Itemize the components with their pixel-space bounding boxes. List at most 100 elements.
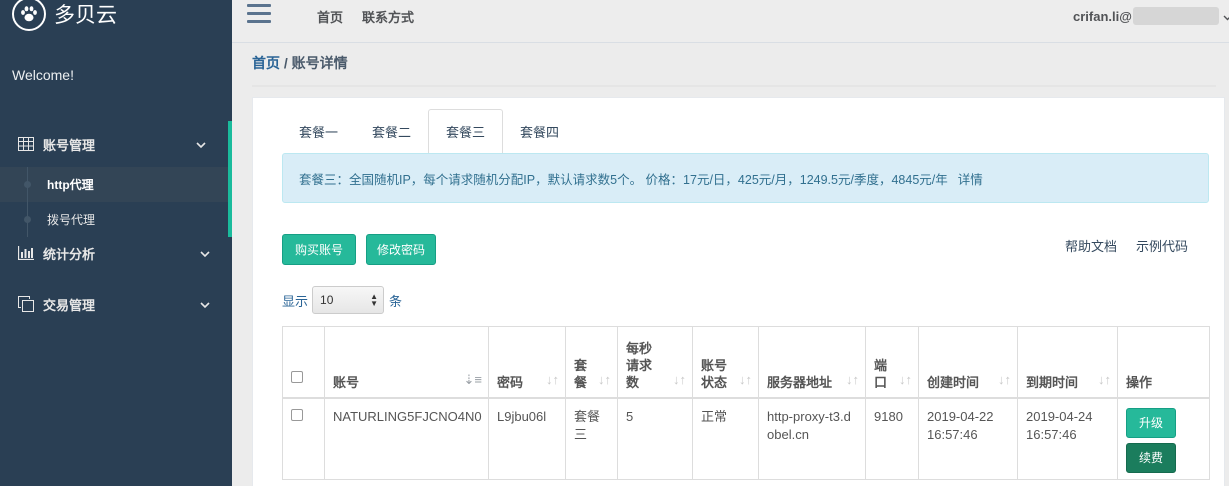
nav-transactions[interactable]: 交易管理: [0, 281, 232, 327]
cell-port: 9180: [865, 397, 919, 480]
change-password-button[interactable]: 修改密码: [366, 234, 436, 265]
accounts-table: 账号 ⇣≡ 密码 ↓↑ 套餐 ↓↑ 每秒请求数 ↓↑ 账号状态 ↓↑ 服务器地址 ↓↑ 端口…: [282, 326, 1210, 480]
col-header-label: 到期时间: [1026, 374, 1079, 390]
col-header-label: 每秒请求数: [626, 340, 653, 390]
bullet-dot-icon: [24, 216, 31, 223]
subnav-dial-proxy-label: 拨号代理: [47, 213, 96, 227]
col-header-port[interactable]: 端口 ↓↑: [865, 326, 919, 399]
cell-account: NATURLING5FJCNO4N0: [324, 397, 489, 480]
divider: [252, 85, 1216, 87]
breadcrumb-home[interactable]: 首页: [252, 55, 280, 71]
menu-toggle-icon[interactable]: [247, 4, 271, 24]
nav-statistics-label: 统计分析: [43, 246, 96, 262]
side-nav: 账号管理 http代理 拨号代理 统计分析 交易管理: [0, 121, 232, 327]
cell-created: 2019-04-22 16:57:46: [918, 397, 1018, 480]
table-row: NATURLING5FJCNO4N0 L9jbu06l 套餐三 5 正常 htt…: [282, 397, 1210, 480]
sort-icon: ↓↑: [899, 371, 912, 387]
col-header-password[interactable]: 密码 ↓↑: [488, 326, 566, 399]
col-header-status[interactable]: 账号状态 ↓↑: [692, 326, 759, 399]
help-doc-link[interactable]: 帮助文档: [1065, 236, 1117, 255]
sort-icon: ↓↑: [1098, 371, 1111, 387]
user-email: crifan.li@: [1073, 8, 1132, 24]
col-header-expires[interactable]: 到期时间 ↓↑: [1017, 326, 1118, 399]
sort-icon: ↓↑: [673, 371, 686, 387]
table-header-row: 账号 ⇣≡ 密码 ↓↑ 套餐 ↓↑ 每秒请求数 ↓↑ 账号状态 ↓↑ 服务器地址 ↓↑ 端口…: [282, 326, 1210, 399]
buy-account-button[interactable]: 购买账号: [282, 234, 356, 265]
row-select-cell: [282, 397, 325, 480]
tab-plan-3[interactable]: 套餐三: [428, 109, 504, 153]
cell-rps: 5: [617, 397, 693, 480]
sort-asc-icon: ⇣≡: [463, 371, 482, 387]
select-all-checkbox[interactable]: [291, 370, 303, 383]
col-header-label: 端口: [874, 357, 888, 390]
chevron-down-icon: [196, 137, 206, 152]
col-header-actions: 操作: [1117, 326, 1210, 399]
subnav-http-proxy-label: http代理: [47, 178, 94, 192]
col-header-label: 操作: [1126, 374, 1153, 390]
col-header-server[interactable]: 服务器地址 ↓↑: [758, 326, 866, 399]
sidebar: 多贝云 Welcome! 账号管理 http代理 拨号代理 统计分析 交易管理: [0, 0, 232, 486]
cell-plan: 套餐三: [565, 397, 618, 480]
chevron-down-icon: [200, 246, 210, 261]
sort-icon: ↓↑: [846, 371, 859, 387]
sort-icon: ↓↑: [998, 371, 1011, 387]
upgrade-button[interactable]: 升级: [1126, 407, 1176, 438]
cell-status: 正常: [692, 397, 759, 480]
table-icon: [17, 135, 35, 153]
page-size-control: 显示 10 ▲ ▼ 条: [282, 285, 402, 315]
brand[interactable]: 多贝云: [12, 0, 117, 34]
sort-icon: ↓↑: [739, 371, 752, 387]
tab-plan-4[interactable]: 套餐四: [503, 109, 576, 153]
sort-icon: ↓↑: [546, 371, 559, 387]
col-header-rps[interactable]: 每秒请求数 ↓↑: [617, 326, 693, 399]
brand-name: 多贝云: [54, 3, 117, 27]
nav-statistics[interactable]: 统计分析: [0, 230, 232, 276]
col-header-created[interactable]: 创建时间 ↓↑: [918, 326, 1018, 399]
page-size-suffix: 条: [389, 293, 403, 309]
nav-account-management[interactable]: 账号管理: [0, 121, 228, 167]
col-header-label: 账号: [333, 374, 360, 390]
welcome-text: Welcome!: [12, 67, 74, 83]
cell-actions: 升级 续费: [1117, 397, 1210, 480]
cell-password: L9jbu06l: [488, 397, 566, 480]
tab-plan-2[interactable]: 套餐二: [355, 109, 428, 153]
top-link-contact[interactable]: 联系方式: [362, 7, 414, 26]
cell-server: http-proxy-t3.dobel.cn: [758, 397, 866, 480]
chevron-down-icon: [200, 297, 210, 312]
breadcrumb-current: 账号详情: [291, 55, 348, 71]
sort-icon: ↓↑: [598, 371, 611, 387]
user-menu[interactable]: crifan.li@: [1073, 7, 1229, 25]
nav-group-account: 账号管理 http代理 拨号代理: [0, 121, 232, 237]
bar-chart-icon: [17, 244, 35, 262]
clone-icon: [17, 295, 35, 313]
page-size-select[interactable]: 10 ▲ ▼: [312, 286, 385, 314]
plan-details-link[interactable]: 详情: [958, 169, 983, 188]
col-header-account[interactable]: 账号 ⇣≡: [324, 326, 489, 399]
top-navbar: 首页 联系方式 crifan.li@: [232, 0, 1229, 43]
col-header-plan[interactable]: 套餐 ↓↑: [565, 326, 618, 399]
col-header-label: 创建时间: [927, 374, 980, 390]
renew-button[interactable]: 续费: [1126, 442, 1176, 473]
cell-expires: 2019-04-24 16:57:46: [1017, 397, 1118, 480]
select-all-header: [282, 326, 325, 399]
col-header-label: 账号状态: [701, 357, 728, 390]
breadcrumb-separator: /: [280, 55, 292, 71]
row-checkbox[interactable]: [291, 408, 303, 421]
plan-info-text: 套餐三：全国随机IP，每个请求随机分配IP，默认请求数5个。 价格：17元/日，…: [299, 172, 948, 187]
sample-code-link[interactable]: 示例代码: [1136, 236, 1188, 255]
top-link-home[interactable]: 首页: [317, 7, 343, 26]
chevron-down-icon: [1223, 9, 1229, 24]
breadcrumb: 首页 / 账号详情: [252, 53, 348, 73]
col-header-label: 套餐: [574, 357, 588, 390]
select-arrows-icon: ▲ ▼: [370, 292, 379, 308]
page-size-prefix: 显示: [282, 293, 309, 309]
tab-plan-1[interactable]: 套餐一: [282, 109, 355, 153]
col-header-label: 服务器地址: [767, 374, 833, 390]
bullet-dot-icon: [24, 181, 31, 188]
nav-transactions-label: 交易管理: [43, 297, 96, 313]
subnav-http-proxy[interactable]: http代理: [0, 167, 228, 202]
nav-account-label: 账号管理: [43, 137, 96, 153]
page-size-value: 10: [320, 293, 334, 307]
user-email-redacted: [1132, 7, 1219, 25]
col-header-label: 密码: [497, 374, 524, 390]
